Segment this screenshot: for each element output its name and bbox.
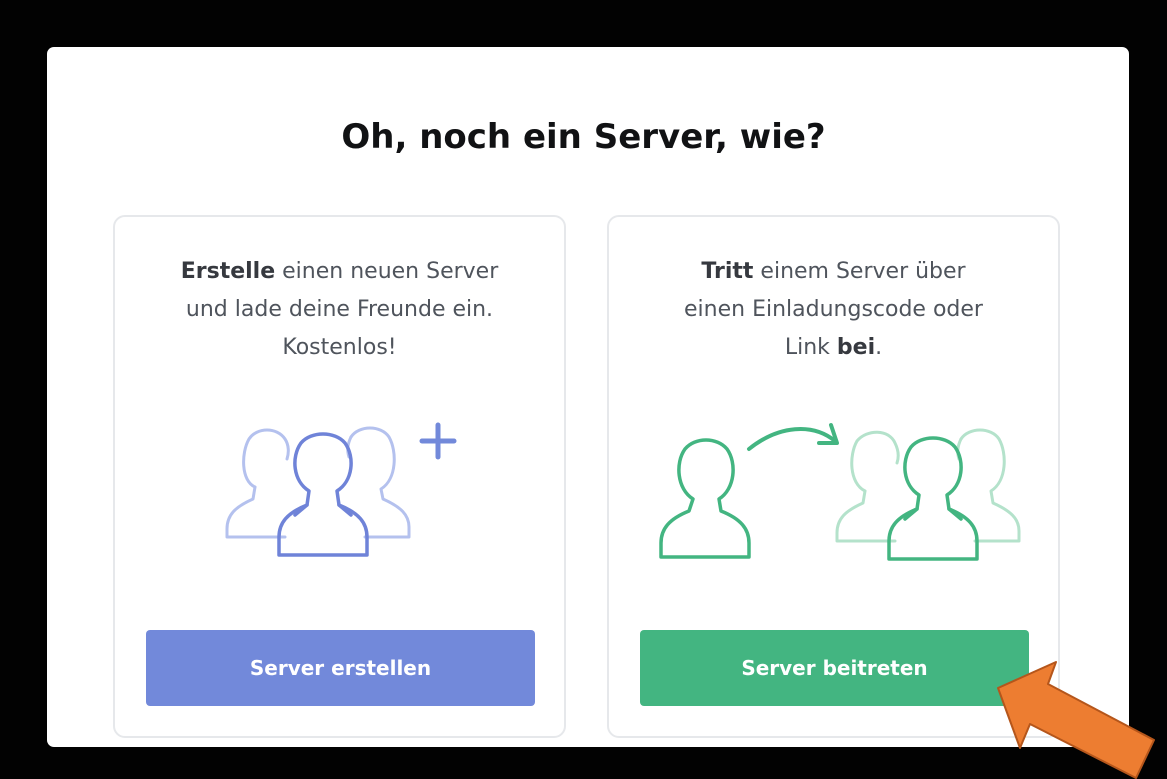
join-desc-line3-bold: bei [836,335,876,360]
create-desc-bold: Erstelle [180,259,276,284]
orange-arrow-pointer [997,661,1155,779]
join-desc-line1: einem Server über [753,259,966,284]
modal-title: Oh, noch ein Server, wie? [341,117,826,157]
create-server-card[interactable]: Erstelle einen neuen Server und lade dei… [113,215,566,738]
join-desc-line3-pre: Link [784,335,837,360]
join-server-description: Tritt einem Server über einen Einladungs… [629,253,1038,367]
join-desc-bold: Tritt [701,259,754,284]
join-desc-line3-post: . [875,335,883,360]
join-server-person-arrow-group-icon [659,423,1021,561]
create-server-button[interactable]: Server erstellen [146,630,535,706]
create-server-description: Erstelle einen neuen Server und lade dei… [135,253,544,367]
create-desc-line1: einen neuen Server [275,259,499,284]
create-server-people-plus-icon [225,422,457,557]
join-desc-line2: einen Einladungscode oder [684,297,983,322]
create-desc-line3: Kostenlos! [282,335,397,360]
join-server-button[interactable]: Server beitreten [640,630,1029,706]
join-desc-line3: Link bei. [629,329,1038,367]
create-desc-line2: und lade deine Freunde ein. [185,297,494,322]
